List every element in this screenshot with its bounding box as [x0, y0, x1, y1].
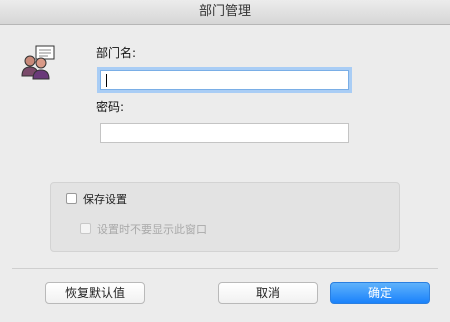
restore-defaults-button[interactable]: 恢复默认值 — [45, 282, 145, 304]
dept-name-label: 部门名: — [96, 46, 137, 60]
dont-show-label[interactable]: 设置时不要显示此窗口 — [97, 221, 207, 237]
cancel-button[interactable]: 取消 — [218, 282, 318, 304]
save-settings-checkbox[interactable] — [66, 193, 77, 204]
user-group-icon — [20, 44, 60, 82]
dont-show-checkbox[interactable] — [80, 223, 91, 234]
dept-name-input[interactable] — [100, 70, 349, 90]
window-title-bar: 部门管理 — [0, 0, 450, 25]
save-settings-label[interactable]: 保存设置 — [83, 191, 127, 207]
password-input[interactable] — [100, 123, 349, 143]
divider — [12, 268, 438, 269]
password-label: 密码: — [96, 100, 125, 114]
ok-button[interactable]: 确定 — [330, 282, 430, 304]
text-caret — [106, 74, 107, 87]
window-title: 部门管理 — [198, 4, 251, 19]
settings-panel: 保存设置 设置时不要显示此窗口 — [50, 182, 400, 252]
